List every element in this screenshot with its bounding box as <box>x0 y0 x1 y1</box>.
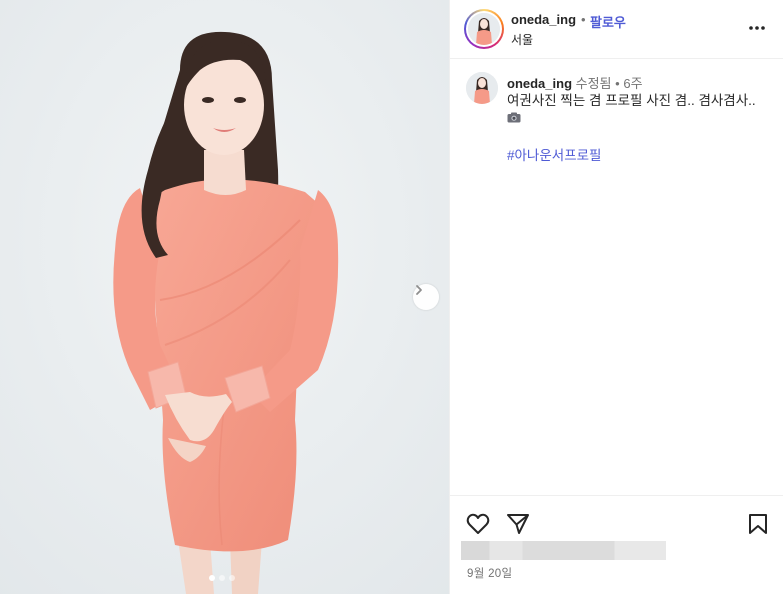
action-bar: 9월 20일 <box>450 495 783 594</box>
hashtag-link[interactable]: #아나운서프로필 <box>507 144 601 164</box>
edited-label: 수정됨 <box>575 76 612 91</box>
more-options-button[interactable] <box>747 18 767 38</box>
carousel-dot <box>209 575 215 581</box>
caption-text: 여권사진 찍는 겸 프로필 사진 겸.. 겸사겸사.. <box>507 93 756 108</box>
location-link[interactable]: 서울 <box>511 31 533 48</box>
caption-block: oneda_ing 수정됨 • 6주 여권사진 찍는 겸 프로필 사진 겸.. … <box>450 60 783 494</box>
chevron-right-icon <box>416 285 422 295</box>
post-header: oneda_ing • 팔로우 서울 <box>450 0 783 59</box>
caption-username[interactable]: oneda_ing <box>507 76 572 91</box>
caption-meta-line: oneda_ing 수정됨 • 6주 <box>507 73 643 92</box>
follow-button[interactable]: 팔로우 <box>590 12 626 31</box>
next-photo-button[interactable] <box>413 284 439 310</box>
header-username[interactable]: oneda_ing <box>511 12 576 27</box>
share-button[interactable] <box>505 511 531 537</box>
camera-emoji <box>507 112 521 126</box>
bookmark-icon <box>749 514 767 534</box>
camera-icon <box>507 112 521 123</box>
post-sidebar: oneda_ing • 팔로우 서울 oneda_ing 수정됨 • 6주 여권… <box>449 0 783 594</box>
carousel-dot <box>219 575 225 581</box>
person-photo <box>0 0 449 594</box>
time-ago[interactable]: 6주 <box>623 76 642 91</box>
save-button[interactable] <box>745 511 771 537</box>
post-date[interactable]: 9월 20일 <box>467 565 512 581</box>
avatar-photo <box>466 72 498 104</box>
more-horizontal-icon <box>749 26 765 30</box>
send-icon <box>507 514 529 534</box>
separator-dot: • <box>581 12 586 27</box>
post-media <box>0 0 449 594</box>
likes-count-redacted[interactable] <box>461 541 666 560</box>
avatar-photo <box>468 13 500 45</box>
separator-dot: • <box>615 76 620 91</box>
caption-avatar[interactable] <box>466 72 498 104</box>
like-button[interactable] <box>465 511 491 537</box>
carousel-indicator <box>209 575 235 581</box>
avatar[interactable] <box>464 9 504 49</box>
heart-icon <box>466 513 490 534</box>
carousel-dot <box>229 575 235 581</box>
